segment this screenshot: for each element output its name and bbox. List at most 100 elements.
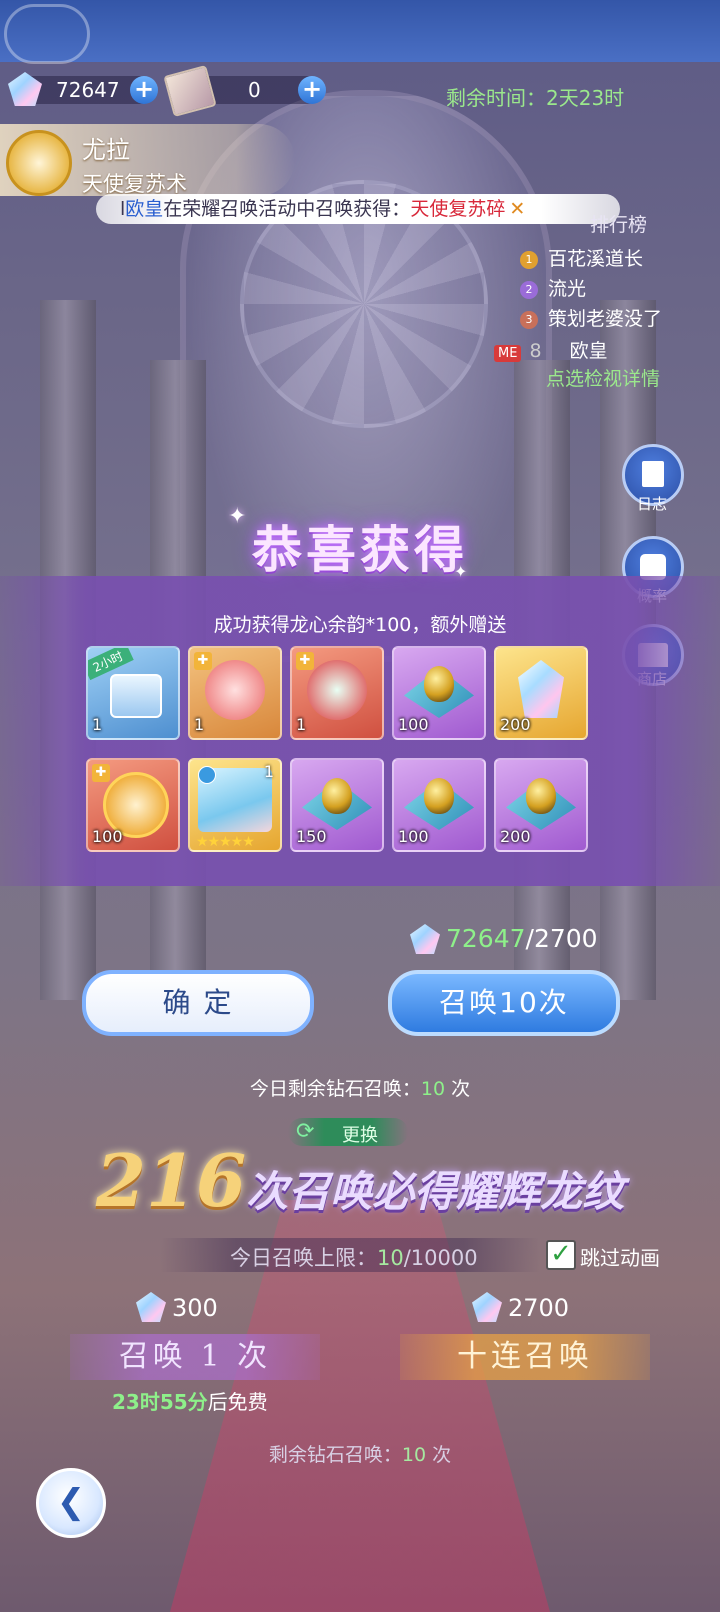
chest-icon bbox=[110, 674, 162, 718]
summon-limit-label: 今日召唤上限： bbox=[230, 1246, 377, 1270]
book-icon bbox=[642, 461, 664, 487]
item-quantity: 150 bbox=[296, 827, 327, 846]
diamond-icon bbox=[136, 1292, 166, 1322]
rank-2-medal-icon: 2 bbox=[520, 280, 538, 299]
diamond-owned: 72647 bbox=[446, 924, 526, 953]
back-button[interactable]: ❮ bbox=[36, 1468, 106, 1538]
rank-3-medal-icon: 3 bbox=[520, 310, 538, 329]
reward-subtitle: 成功获得龙心余韵*100，额外赠送 bbox=[213, 614, 507, 636]
ranking-title[interactable]: 排行榜 bbox=[590, 210, 720, 237]
reward-item-character-fragment[interactable]: ✚ 100 bbox=[86, 758, 180, 852]
bottom-remaining-label: 剩余钻石召唤： bbox=[268, 1444, 402, 1466]
ticker-player: 欧皇 bbox=[125, 198, 164, 220]
my-name: 欧皇 bbox=[569, 340, 608, 362]
summon-1-button[interactable]: 召唤 1 次 bbox=[70, 1334, 320, 1380]
bottom-remaining-unit: 次 bbox=[432, 1444, 452, 1466]
dragon-egg-icon bbox=[322, 778, 352, 814]
my-ranking: ME 8 欧皇 bbox=[494, 336, 710, 363]
card-level: 1 bbox=[263, 762, 274, 781]
item-quantity: 1 bbox=[92, 715, 103, 734]
dragon-egg-icon bbox=[526, 778, 556, 814]
ranking-entry: 3 策划老婆没了 bbox=[520, 304, 710, 331]
diamond-icon bbox=[518, 660, 564, 718]
ticker-item: 天使复苏碎 bbox=[410, 198, 506, 220]
confirm-button[interactable]: 确 定 bbox=[82, 970, 314, 1036]
bottom-remaining-count: 10 bbox=[401, 1444, 427, 1466]
reward-item-dragon-egg[interactable]: 100 bbox=[392, 758, 486, 852]
add-tickets-button[interactable]: + bbox=[298, 76, 326, 104]
free-timer-time: 23时55分 bbox=[112, 1390, 208, 1414]
summon-limit-used: 10 bbox=[377, 1246, 404, 1270]
item-quantity: 100 bbox=[398, 827, 429, 846]
single-summon-cost: 300 bbox=[172, 1294, 218, 1322]
item-quantity: 1 bbox=[194, 715, 205, 734]
item-quantity: 100 bbox=[398, 715, 429, 734]
puzzle-icon: ✚ bbox=[92, 764, 110, 782]
reward-item-diamond[interactable]: 200 bbox=[494, 646, 588, 740]
reward-item-dragon-egg[interactable]: 100 bbox=[392, 646, 486, 740]
me-badge: ME bbox=[494, 345, 522, 362]
skip-animation-label[interactable]: 跳过动画 bbox=[580, 1242, 660, 1271]
ten-summon-button[interactable]: 十连召唤 bbox=[400, 1334, 650, 1380]
star-rating-icon: ★★★★★ bbox=[196, 834, 255, 850]
pity-banner: 216次召唤必得耀辉龙纹 bbox=[0, 1138, 720, 1223]
remaining-time: 剩余时间：2天23时 bbox=[446, 86, 625, 110]
broadcast-ticker: l欧皇在荣耀召唤活动中召唤获得：天使复苏碎 ✕ bbox=[96, 194, 620, 224]
today-remaining: 今日剩余钻石召唤：10 次 bbox=[0, 1074, 720, 1101]
dragon-emblem-icon bbox=[6, 130, 72, 196]
free-timer-label: 后免费 bbox=[207, 1390, 268, 1414]
puzzle-icon: ✚ bbox=[194, 652, 212, 670]
sparkle-icon: ✦ bbox=[228, 504, 247, 529]
close-icon[interactable]: ✕ bbox=[509, 198, 525, 220]
diamond-count: 72647 bbox=[56, 78, 120, 102]
pity-count: 216 bbox=[95, 1138, 247, 1223]
reward-title: 恭喜获得 bbox=[252, 521, 468, 579]
ranking-name: 流光 bbox=[548, 278, 587, 300]
today-remaining-count: 10 bbox=[420, 1078, 446, 1100]
character-portrait-icon bbox=[307, 660, 367, 720]
diamond-icon bbox=[472, 1292, 502, 1322]
reward-item-character-card[interactable]: 1 ★★★★★ bbox=[188, 758, 282, 852]
summon-10-button[interactable]: 召唤10次 bbox=[388, 970, 620, 1036]
puzzle-icon: ✚ bbox=[296, 652, 314, 670]
item-quantity: 200 bbox=[500, 827, 531, 846]
today-remaining-unit: 次 bbox=[451, 1078, 471, 1100]
summon-ticket-icon bbox=[163, 65, 217, 117]
skip-animation-checkbox[interactable]: ✓ bbox=[546, 1240, 576, 1270]
reward-item-character-fragment[interactable]: ✚ 1 bbox=[290, 646, 384, 740]
summon-1-label: 召唤 1 次 bbox=[118, 1339, 272, 1374]
ticker-lead: l bbox=[120, 198, 126, 220]
today-remaining-label: 今日剩余钻石召唤： bbox=[249, 1078, 421, 1100]
reward-item-treasure-chest[interactable]: 2小时 1 bbox=[86, 646, 180, 740]
item-quantity: 100 bbox=[92, 827, 123, 846]
character-portrait-icon bbox=[205, 660, 265, 720]
add-diamonds-button[interactable]: + bbox=[130, 76, 158, 104]
my-rank: 8 bbox=[529, 340, 542, 362]
summon-limit-total: /10000 bbox=[403, 1246, 478, 1270]
ranking-entry: 1 百花溪道长 bbox=[520, 244, 710, 271]
ticker-text: 在荣耀召唤活动中召唤获得： bbox=[163, 198, 411, 220]
reward-item-dragon-egg[interactable]: 200 bbox=[494, 758, 588, 852]
ten-summon-cost: 2700 bbox=[508, 1294, 570, 1322]
bottom-remaining: 剩余钻石召唤：10 次 bbox=[0, 1440, 720, 1467]
ranking-name: 策划老婆没了 bbox=[548, 308, 663, 330]
ten-summon-label: 十连召唤 bbox=[457, 1339, 593, 1374]
diamond-required: /2700 bbox=[525, 924, 598, 953]
reward-item-dragon-egg[interactable]: 150 bbox=[290, 758, 384, 852]
dragon-egg-icon bbox=[424, 666, 454, 702]
item-quantity: 200 bbox=[500, 715, 531, 734]
pity-text: 次召唤必得耀辉龙纹 bbox=[246, 1167, 625, 1216]
character-card[interactable]: 尤拉 天使复苏术 bbox=[0, 124, 295, 196]
reward-item-character-fragment[interactable]: ✚ 1 bbox=[188, 646, 282, 740]
rank-1-medal-icon: 1 bbox=[520, 250, 538, 269]
summon-limit: 今日召唤上限：10/10000 bbox=[230, 1242, 478, 1272]
item-quantity: 1 bbox=[296, 715, 307, 734]
top-bar bbox=[0, 0, 720, 64]
element-water-icon bbox=[198, 766, 216, 784]
ranking-name: 百花溪道长 bbox=[548, 248, 644, 270]
dragon-egg-icon bbox=[424, 778, 454, 814]
summon-cost: 72647/2700 bbox=[446, 924, 598, 953]
ranking-entry: 2 流光 bbox=[520, 274, 710, 301]
ranking-detail-link[interactable]: 点选检视详情 bbox=[546, 364, 720, 391]
diamond-icon bbox=[410, 924, 440, 954]
